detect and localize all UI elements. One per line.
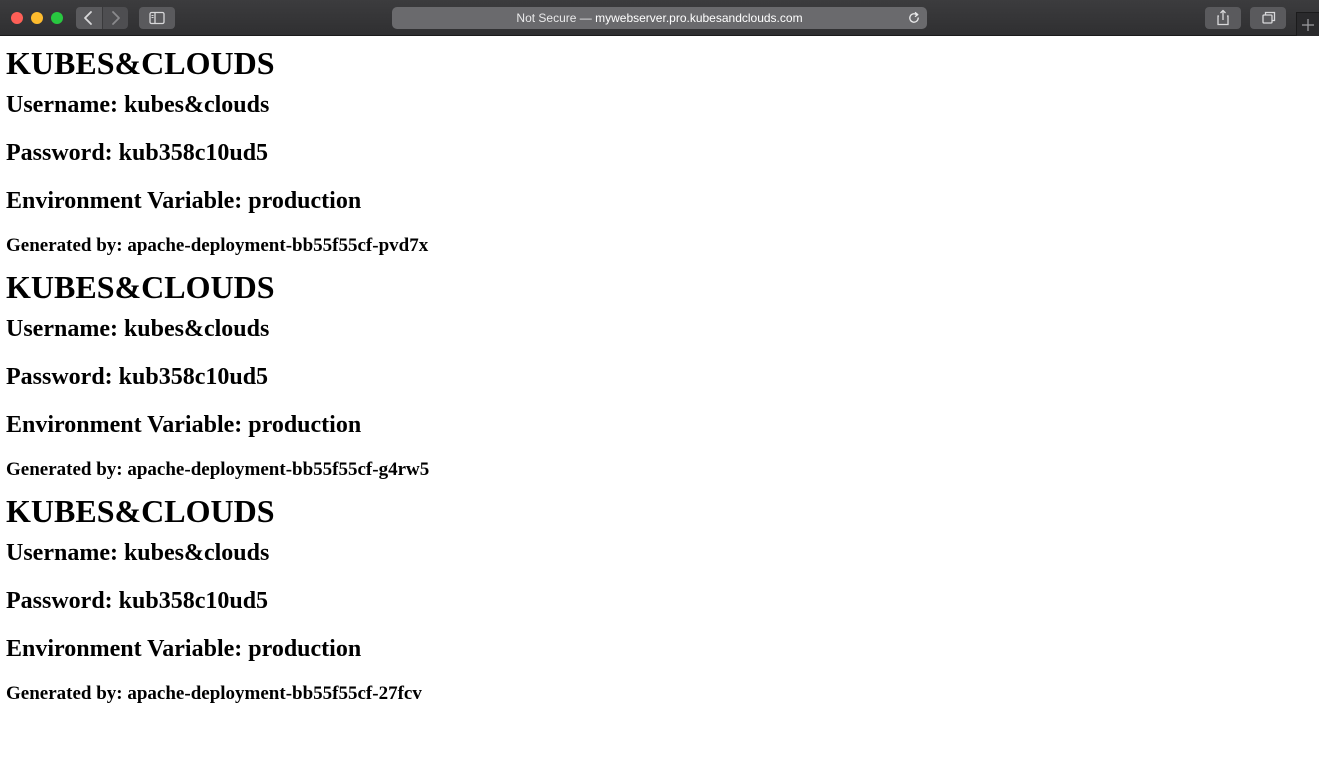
generated-by-text: Generated by: apache-deployment-bb55f55c… <box>6 459 430 480</box>
generated-by-text: Generated by: apache-deployment-bb55f55c… <box>6 235 429 256</box>
security-status: Not Secure — <box>516 11 596 25</box>
tab-overview-icon <box>1262 11 1276 24</box>
page-heading: KUBES&CLOUDS <box>6 493 275 529</box>
environment-text: Environment Variable: production <box>6 636 362 662</box>
navigation-buttons <box>76 7 128 29</box>
forward-button[interactable] <box>102 7 128 29</box>
browser-toolbar: Not Secure — mywebserver.pro.kubesandclo… <box>0 0 1319 36</box>
address-text: Not Secure — mywebserver.pro.kubesandclo… <box>516 11 802 25</box>
reload-icon[interactable] <box>907 11 921 25</box>
minimize-window-icon[interactable] <box>31 12 43 24</box>
share-button[interactable] <box>1205 7 1241 29</box>
environment-text: Environment Variable: production <box>6 188 362 214</box>
server-info-block: KUBES&CLOUDS Username: kubes&clouds Pass… <box>6 493 1306 705</box>
plus-icon <box>1302 19 1314 31</box>
sidebar-button[interactable] <box>139 7 175 29</box>
environment-text: Environment Variable: production <box>6 412 362 438</box>
server-info-block: KUBES&CLOUDS Username: kubes&clouds Pass… <box>6 269 1306 481</box>
address-bar[interactable]: Not Secure — mywebserver.pro.kubesandclo… <box>392 7 927 29</box>
browser-window: Not Secure — mywebserver.pro.kubesandclo… <box>0 0 1319 771</box>
page-heading: KUBES&CLOUDS <box>6 45 275 81</box>
sidebar-icon <box>149 11 165 25</box>
password-text: Password: kub358c10ud5 <box>6 140 269 166</box>
share-icon <box>1217 9 1229 26</box>
maximize-window-icon[interactable] <box>51 12 63 24</box>
username-text: Username: kubes&clouds <box>6 316 270 342</box>
username-text: Username: kubes&clouds <box>6 92 270 118</box>
page-heading: KUBES&CLOUDS <box>6 269 275 305</box>
generated-by-text: Generated by: apache-deployment-bb55f55c… <box>6 683 422 704</box>
back-button[interactable] <box>76 7 102 29</box>
server-info-block: KUBES&CLOUDS Username: kubes&clouds Pass… <box>6 45 1306 257</box>
close-window-icon[interactable] <box>11 12 23 24</box>
page-content: KUBES&CLOUDS Username: kubes&clouds Pass… <box>6 36 1306 717</box>
address-host: mywebserver.pro.kubesandclouds.com <box>595 11 803 25</box>
password-text: Password: kub358c10ud5 <box>6 364 269 390</box>
tab-overview-button[interactable] <box>1250 7 1286 29</box>
chevron-left-icon <box>84 11 92 25</box>
chevron-right-icon <box>112 11 120 25</box>
new-tab-button[interactable] <box>1296 12 1319 36</box>
password-text: Password: kub358c10ud5 <box>6 588 269 614</box>
username-text: Username: kubes&clouds <box>6 540 270 566</box>
